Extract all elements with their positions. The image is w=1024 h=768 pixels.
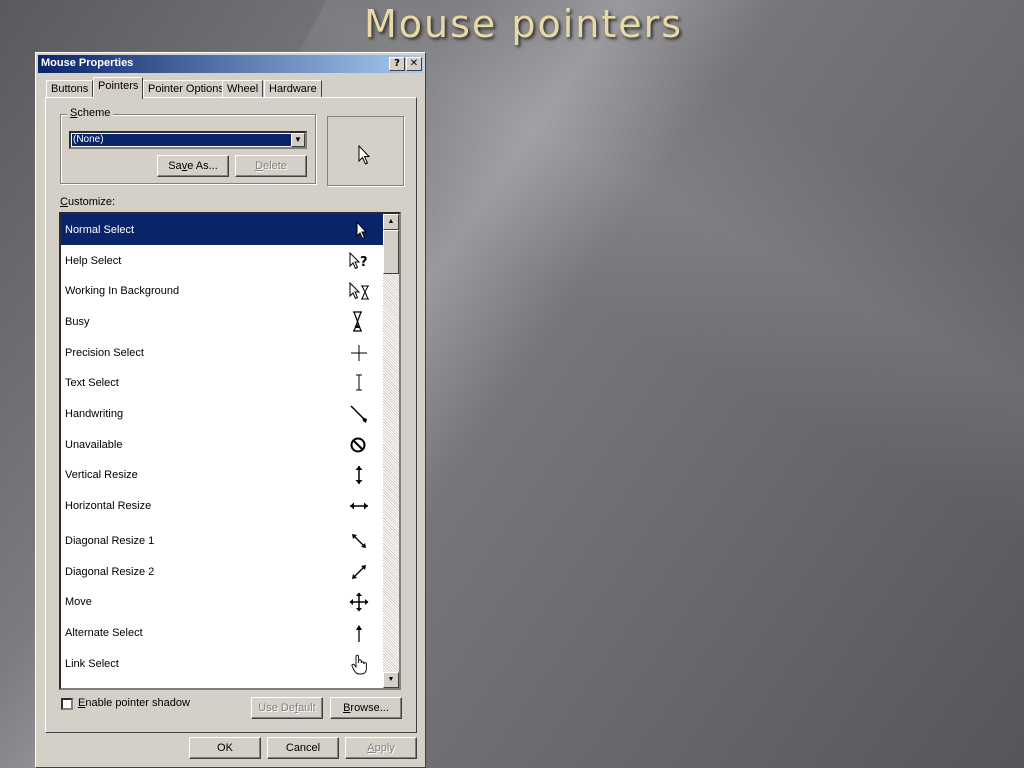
vertical-resize-icon bbox=[347, 464, 371, 486]
use-default-button[interactable]: Use Default bbox=[251, 697, 323, 719]
pointer-row-label: Diagonal Resize 1 bbox=[65, 535, 155, 547]
tab-pointer-options[interactable]: Pointer Options bbox=[143, 80, 229, 98]
pointer-row[interactable]: Link Select bbox=[61, 648, 384, 679]
pointer-row[interactable]: Vertical Resize bbox=[61, 459, 384, 490]
pointer-row[interactable]: Move bbox=[61, 586, 384, 617]
pointer-row-label: Text Select bbox=[65, 377, 119, 389]
save-as-button[interactable]: Save As... bbox=[157, 155, 229, 177]
horizontal-resize-icon bbox=[347, 495, 371, 517]
scheme-group: Scheme (None) ▼ Save As... Delete bbox=[60, 107, 316, 184]
working-background-icon bbox=[347, 280, 371, 302]
slide-title: Mouse pointers bbox=[364, 2, 684, 46]
pointer-preview bbox=[327, 116, 404, 186]
scheme-selected-value: (None) bbox=[71, 133, 292, 147]
diagonal-resize-2-icon bbox=[347, 561, 371, 583]
enable-pointer-shadow-label[interactable]: Enable pointer shadow bbox=[78, 697, 190, 709]
delete-button[interactable]: Delete bbox=[235, 155, 307, 177]
arrow-preview-icon bbox=[358, 145, 371, 165]
pointer-row-label: Handwriting bbox=[65, 408, 124, 420]
tab-hardware[interactable]: Hardware bbox=[264, 80, 322, 98]
pointer-row-label: Vertical Resize bbox=[65, 469, 138, 481]
pointer-row-label: Normal Select bbox=[65, 224, 135, 236]
up-arrow-icon bbox=[347, 622, 371, 644]
help-select-icon: ? bbox=[347, 250, 371, 272]
enable-pointer-shadow-checkbox[interactable] bbox=[61, 698, 73, 710]
close-button[interactable]: ✕ bbox=[406, 57, 422, 71]
pointer-row-label: Diagonal Resize 2 bbox=[65, 566, 155, 578]
pointer-row[interactable]: Help Select? bbox=[61, 245, 384, 276]
crosshair-icon bbox=[347, 342, 371, 364]
pointer-row[interactable]: Busy bbox=[61, 306, 384, 337]
pointer-row[interactable]: Diagonal Resize 2 bbox=[61, 556, 384, 587]
pointer-row[interactable]: Text Select bbox=[61, 367, 384, 398]
arrow-icon bbox=[347, 219, 371, 241]
chevron-down-icon[interactable]: ▼ bbox=[291, 133, 305, 147]
move-icon bbox=[347, 591, 371, 613]
pointer-row-label: Unavailable bbox=[65, 439, 123, 451]
scroll-down-icon[interactable]: ▼ bbox=[383, 672, 399, 688]
diagonal-resize-1-icon bbox=[347, 530, 371, 552]
pointer-row[interactable]: Horizontal Resize bbox=[61, 490, 384, 521]
scheme-label: Scheme bbox=[67, 107, 114, 119]
browse-button[interactable]: Browse... bbox=[330, 697, 402, 719]
hand-icon bbox=[347, 653, 371, 675]
list-scrollbar[interactable]: ▲ ▼ bbox=[383, 214, 399, 688]
scheme-select[interactable]: (None) ▼ bbox=[69, 131, 307, 149]
apply-button[interactable]: Apply bbox=[345, 737, 417, 759]
pointer-row-label: Precision Select bbox=[65, 347, 144, 359]
svg-text:?: ? bbox=[360, 255, 368, 270]
pointer-row-label: Horizontal Resize bbox=[65, 500, 152, 512]
hourglass-icon bbox=[347, 311, 371, 333]
pointer-row-label: Working In Background bbox=[65, 285, 180, 297]
pointer-row[interactable]: Unavailable bbox=[61, 429, 384, 460]
pointer-row[interactable]: Working In Background bbox=[61, 275, 384, 306]
pointers-tab-panel: Scheme (None) ▼ Save As... Delete Custom… bbox=[45, 97, 417, 733]
help-button[interactable]: ? bbox=[389, 57, 405, 71]
ibeam-icon bbox=[347, 372, 371, 394]
customize-label: Customize: bbox=[60, 196, 116, 208]
pointer-row[interactable]: Diagonal Resize 1 bbox=[61, 525, 384, 556]
pointer-row-label: Link Select bbox=[65, 658, 119, 670]
mouse-properties-dialog: Mouse Properties ? ✕ Buttons Pointers Po… bbox=[35, 52, 426, 768]
unavailable-icon bbox=[347, 434, 371, 456]
pointer-list[interactable]: Normal Select Help Select? Working In Back… bbox=[59, 212, 401, 690]
pointer-row-label: Busy bbox=[65, 316, 90, 328]
cancel-button[interactable]: Cancel bbox=[267, 737, 339, 759]
pointer-row[interactable]: Normal Select bbox=[61, 214, 384, 245]
tab-wheel[interactable]: Wheel bbox=[222, 80, 264, 98]
scroll-up-icon[interactable]: ▲ bbox=[383, 214, 399, 230]
pointer-row-label: Move bbox=[65, 596, 92, 608]
scroll-thumb[interactable] bbox=[383, 230, 399, 274]
dialog-title: Mouse Properties bbox=[41, 57, 134, 69]
pointer-row[interactable]: Alternate Select bbox=[61, 617, 384, 648]
pointer-row-label: Help Select bbox=[65, 255, 122, 267]
tab-buttons[interactable]: Buttons bbox=[46, 80, 94, 98]
ok-button[interactable]: OK bbox=[189, 737, 261, 759]
pointer-row[interactable]: Handwriting bbox=[61, 398, 384, 429]
tab-pointers[interactable]: Pointers bbox=[93, 77, 144, 99]
pointer-row-label: Alternate Select bbox=[65, 627, 143, 639]
pen-icon bbox=[347, 403, 371, 425]
pointer-row[interactable]: Precision Select bbox=[61, 337, 384, 368]
title-bar[interactable]: Mouse Properties ? ✕ bbox=[38, 55, 423, 73]
